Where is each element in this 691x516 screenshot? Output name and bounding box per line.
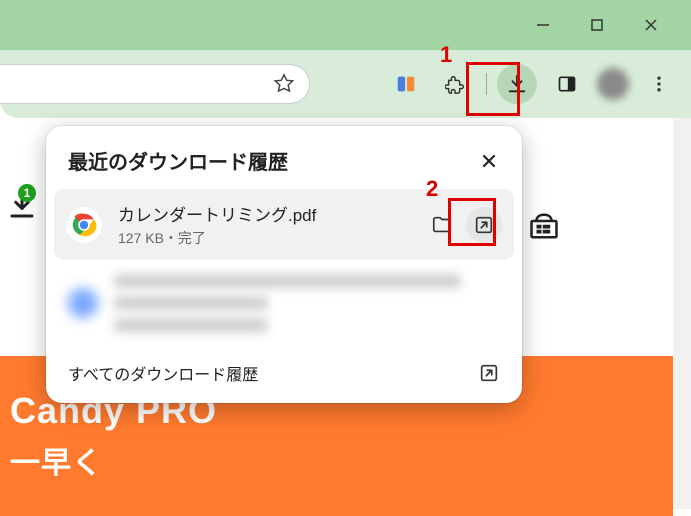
redacted-icon [68, 288, 98, 318]
extension-tile-icon[interactable] [386, 64, 426, 104]
downloads-button[interactable] [497, 64, 537, 104]
window-close-button[interactable] [639, 13, 663, 37]
show-in-folder-button[interactable] [424, 207, 460, 243]
downloads-popup: 最近のダウンロード履歴 カレンダートリミング.pdf 127 KB・完了 [46, 126, 522, 403]
window-maximize-button[interactable] [585, 13, 609, 37]
redacted-text [114, 274, 461, 288]
extensions-puzzle-icon[interactable] [436, 64, 476, 104]
download-count-badge: 1 [18, 184, 36, 202]
address-bar[interactable] [0, 64, 310, 104]
profile-avatar[interactable] [597, 68, 629, 100]
scrollbar[interactable] [673, 118, 691, 509]
bookmark-star-icon[interactable] [273, 73, 295, 95]
all-downloads-link[interactable]: すべてのダウンロード履歴 [68, 361, 258, 385]
download-item[interactable]: カレンダートリミング.pdf 127 KB・完了 [54, 189, 514, 260]
redacted-text [114, 318, 268, 332]
window-minimize-button[interactable] [531, 13, 555, 37]
open-downloads-page-icon[interactable] [478, 362, 500, 384]
download-file-meta: 127 KB・完了 [118, 228, 408, 248]
open-file-button[interactable] [466, 207, 502, 243]
redacted-text [114, 296, 268, 310]
side-panel-icon[interactable] [547, 64, 587, 104]
popup-title: 最近のダウンロード履歴 [68, 146, 288, 175]
banner-text-2: 一早く [10, 438, 673, 482]
download-file-name: カレンダートリミング.pdf [118, 201, 408, 226]
annotation-number-1: 1 [440, 42, 452, 68]
annotation-number-2: 2 [426, 176, 438, 202]
toolbar-divider [486, 73, 487, 95]
window-titlebar [0, 0, 691, 50]
popup-close-button[interactable] [478, 150, 500, 172]
kebab-menu-icon[interactable] [639, 64, 679, 104]
browser-toolbar [0, 50, 691, 118]
chrome-file-icon [66, 207, 102, 243]
download-item-redacted [46, 260, 522, 346]
windows-store-icon[interactable] [524, 206, 564, 246]
